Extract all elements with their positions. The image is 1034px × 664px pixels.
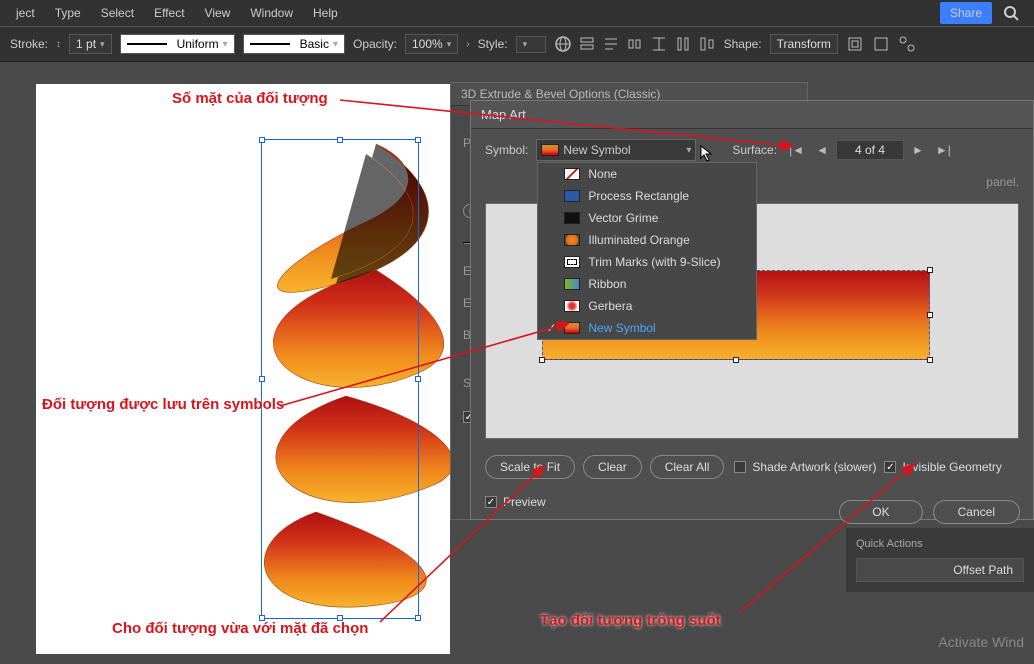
option-trim-label: Trim Marks (with 9-Slice) [588,255,720,269]
brush-def-combo[interactable]: Basic▾ [243,34,345,54]
option-ribbon-label: Ribbon [588,277,626,291]
cancel-button[interactable]: Cancel [933,500,1020,524]
symbol-swatch [541,144,559,156]
opacity-combo[interactable]: 100% [405,34,458,54]
option-ill[interactable]: Illuminated Orange [538,229,756,251]
select-similar-icon[interactable] [898,35,916,53]
option-gerbera-label: Gerbera [588,299,632,313]
option-trim[interactable]: Trim Marks (with 9-Slice) [538,251,756,273]
option-gerbera[interactable]: Gerbera [538,295,756,317]
align-icon-6[interactable] [698,35,716,53]
opacity-label: Opacity: [353,37,397,51]
option-ill-label: Illuminated Orange [588,233,689,247]
option-proc-label: Process Rectangle [588,189,689,203]
symbol-dropdown: None Process Rectangle Vector Grime Illu… [537,162,757,340]
hint-panel-suffix: panel. [986,175,1019,189]
isolate-icon[interactable] [846,35,864,53]
ok-button[interactable]: OK [839,500,922,524]
control-toolbar: Stroke: ↕ 1 pt Uniform▾ Basic▾ Opacity: … [0,26,1034,62]
transform-combo[interactable]: Transform [770,34,838,54]
edit-symbol-icon[interactable] [872,35,890,53]
invisible-checkbox[interactable] [884,461,896,473]
artwork-ribbon [36,84,450,654]
menu-effect[interactable]: Effect [144,2,194,24]
quick-actions-header: Quick Actions [856,538,1024,550]
quick-actions-panel: Quick Actions Offset Path [846,528,1034,592]
menu-help[interactable]: Help [303,2,348,24]
surface-prev-icon[interactable]: ◄ [812,141,832,159]
menu-window[interactable]: Window [240,2,303,24]
brush-uniform-label: Uniform [177,37,219,51]
style-label: Style: [478,37,508,51]
option-proc[interactable]: Process Rectangle [538,185,756,207]
cursor-icon [700,145,716,163]
option-new-label: New Symbol [588,321,655,335]
offset-path-button[interactable]: Offset Path [856,558,1024,582]
menu-type[interactable]: Type [45,2,91,24]
option-ribbon[interactable]: Ribbon [538,273,756,295]
option-none-label: None [588,167,617,181]
brush-combo[interactable]: Uniform▾ [120,34,235,54]
menu-select[interactable]: Select [91,2,144,24]
menu-bar: ject Type Select Effect View Window Help… [0,0,1034,26]
align-icon-5[interactable] [674,35,692,53]
style-combo[interactable] [516,36,546,53]
symbol-value: New Symbol [563,143,630,157]
surface-value: 4 of 4 [836,140,904,160]
share-button[interactable]: Share [940,2,992,24]
stroke-link-icon[interactable]: ↕ [56,39,61,50]
dialog-map-art: Map Art Symbol: New Symbol ▾ None Proces… [470,100,1034,520]
menu-object[interactable]: ject [6,2,45,24]
surface-nav: |◄ ◄ 4 of 4 ► ►| [785,140,955,160]
option-grime-label: Vector Grime [588,211,658,225]
scale-to-fit-button[interactable]: Scale to Fit [485,455,575,479]
clear-button[interactable]: Clear [583,455,642,479]
dialog-mapart-title: Map Art [471,101,1033,129]
align-icon-3[interactable] [626,35,644,53]
align-icon-1[interactable] [578,35,596,53]
align-icon-4[interactable] [650,35,668,53]
option-none[interactable]: None [538,163,756,185]
shape-label: Shape: [724,37,762,51]
search-icon[interactable] [1002,4,1020,22]
clear-all-button[interactable]: Clear All [650,455,725,479]
watermark: Activate Wind [938,634,1024,650]
symbol-combo[interactable]: New Symbol ▾ None Process Rectangle Vect… [536,139,696,161]
surface-next-icon[interactable]: ► [908,141,928,159]
globe-icon[interactable] [554,35,572,53]
opacity-more-icon[interactable]: › [466,39,469,50]
invisible-label: Invisible Geometry [902,460,1001,474]
shade-checkbox[interactable] [734,461,746,473]
artboard[interactable] [36,84,450,654]
surface-first-icon[interactable]: |◄ [785,141,808,159]
option-new[interactable]: ✓New Symbol [538,317,756,339]
stroke-label: Stroke: [10,37,48,51]
symbol-label: Symbol: [485,143,528,157]
surface-label: Surface: [732,143,777,157]
stroke-size-combo[interactable]: 1 pt [69,34,112,54]
align-icon-2[interactable] [602,35,620,53]
surface-last-icon[interactable]: ►| [932,141,955,159]
brush-basic-label: Basic [300,37,329,51]
shade-label: Shade Artwork (slower) [752,460,876,474]
option-grime[interactable]: Vector Grime [538,207,756,229]
menu-view[interactable]: View [195,2,241,24]
